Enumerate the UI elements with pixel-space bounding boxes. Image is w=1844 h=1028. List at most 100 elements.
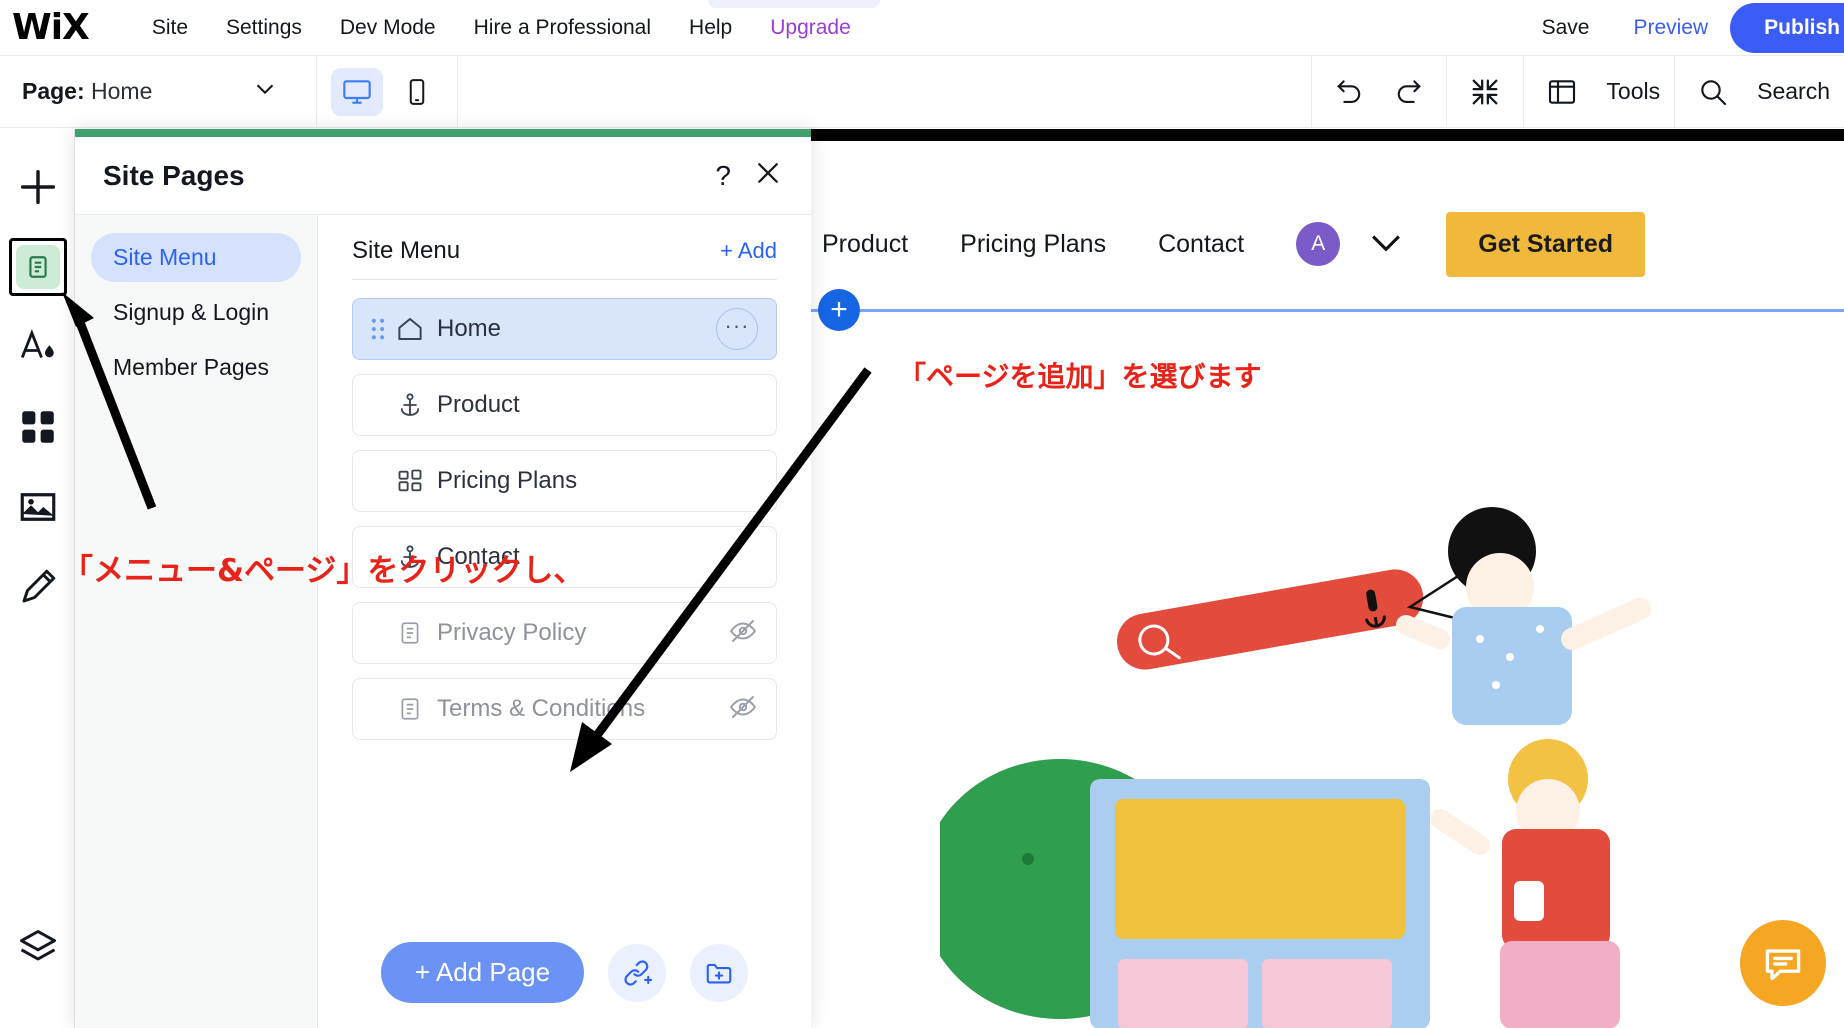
hero-illustration [940, 489, 1660, 1028]
document-icon [393, 620, 427, 646]
table-row[interactable]: Pricing Plans [352, 450, 777, 512]
page-selector-label: Page: Home [22, 78, 152, 105]
rail-layers[interactable] [0, 908, 75, 988]
drag-handle-icon[interactable] [371, 318, 385, 340]
top-menu-bar: WiX Site Settings Dev Mode Hire a Profes… [0, 0, 1844, 56]
panel-nav-signup-login[interactable]: Signup & Login [91, 288, 301, 337]
toolbar-right-actions: Tools Search [1311, 56, 1844, 128]
table-row[interactable]: Product [352, 374, 777, 436]
menu-item-upgrade[interactable]: Upgrade [751, 10, 870, 46]
home-icon [393, 314, 427, 344]
page-name: Pricing Plans [437, 467, 577, 495]
add-page-button[interactable]: + Add Page [381, 942, 584, 1003]
rail-add-elements[interactable] [0, 147, 75, 227]
site-header-nav: Product Pricing Plans Contact A Get Star… [810, 199, 1844, 289]
site-nav-product[interactable]: Product [822, 230, 908, 259]
hidden-eye-icon[interactable] [728, 616, 758, 651]
chat-bubble-icon[interactable] [1740, 920, 1826, 1006]
panel-footer: + Add Page [318, 916, 811, 1028]
media-icon [17, 486, 59, 528]
hidden-eye-icon[interactable] [728, 692, 758, 727]
pages-icon [16, 245, 60, 289]
pen-icon [17, 566, 59, 608]
editor-toolbar: Page: Home [0, 56, 1844, 128]
get-started-button[interactable]: Get Started [1446, 212, 1645, 277]
rail-selection-outline [9, 238, 67, 296]
top-menu-items: Site Settings Dev Mode Hire a Profession… [133, 10, 870, 46]
page-current-name: Home [91, 78, 152, 104]
panel-list-title: Site Menu [352, 237, 460, 265]
theme-icon [17, 326, 59, 368]
tools-label: Tools [1606, 78, 1660, 105]
rail-bottom-group [0, 908, 75, 988]
viewport-switcher [317, 68, 457, 116]
panel-nav-site-menu[interactable]: Site Menu [91, 233, 301, 282]
chevron-down-icon[interactable] [1364, 220, 1408, 269]
layers-icon [16, 926, 60, 970]
rail-menus-and-pages[interactable] [0, 227, 75, 307]
panel-accent-bar [75, 129, 811, 137]
rail-my-media[interactable] [0, 467, 75, 547]
chevron-down-icon [250, 74, 280, 109]
pages-list: Home ··· Pr [318, 280, 811, 916]
question-mark-icon[interactable]: ? [715, 162, 731, 190]
search-group[interactable]: Search [1675, 56, 1844, 128]
row-actions [728, 616, 758, 651]
avatar[interactable]: A [1296, 222, 1340, 266]
row-actions: ··· [716, 308, 758, 350]
page-options-button[interactable]: ··· [716, 308, 758, 350]
page-name: Privacy Policy [437, 619, 586, 647]
menu-item-settings[interactable]: Settings [207, 10, 321, 46]
anchor-icon [393, 391, 427, 419]
table-row[interactable]: Terms & Conditions [352, 678, 777, 740]
search-icon [1689, 68, 1737, 116]
annotation-text-2: 「ページを追加」を選びます [898, 355, 1261, 395]
site-canvas: Product Pricing Plans Contact A Get Star… [810, 129, 1844, 1028]
table-row[interactable]: Privacy Policy [352, 602, 777, 664]
page-name: Home [437, 315, 501, 343]
zoom-out-icon[interactable] [1461, 68, 1509, 116]
save-button[interactable]: Save [1520, 16, 1612, 40]
undo-icon[interactable] [1326, 68, 1374, 116]
toolbar-divider-2 [457, 56, 458, 128]
menu-item-dev-mode[interactable]: Dev Mode [321, 10, 455, 46]
panel-title: Site Pages [103, 160, 245, 192]
add-menu-item-button[interactable]: + Add [720, 238, 777, 264]
rail-site-design[interactable] [0, 307, 75, 387]
plus-icon [15, 164, 61, 210]
close-icon[interactable] [753, 158, 783, 193]
top-bar-actions: Save Preview Publish [1520, 0, 1844, 56]
wix-logo[interactable]: WiX [12, 10, 89, 46]
browser-tab-remnant [708, 0, 880, 8]
menu-item-hire-a-professional[interactable]: Hire a Professional [455, 10, 670, 46]
menu-item-help[interactable]: Help [670, 10, 751, 46]
mobile-view-button[interactable] [391, 68, 443, 116]
publish-button[interactable]: Publish [1730, 3, 1844, 53]
zoom-out-group [1447, 56, 1523, 128]
document-icon [393, 696, 427, 722]
history-buttons [1312, 56, 1446, 128]
table-row[interactable]: Home ··· [352, 298, 777, 360]
add-section-button[interactable]: + [818, 289, 860, 331]
site-nav-contact[interactable]: Contact [1158, 230, 1244, 259]
site-nav-pricing-plans[interactable]: Pricing Plans [960, 230, 1106, 259]
panel-main-content: Site Menu + Add [318, 215, 811, 1028]
panel-body: Site Menu Signup & Login Member Pages Si… [75, 215, 811, 1028]
apps-icon [17, 406, 59, 448]
grid-icon [393, 467, 427, 495]
search-label: Search [1757, 78, 1830, 105]
desktop-view-button[interactable] [331, 68, 383, 116]
folder-add-icon[interactable] [690, 944, 748, 1002]
panel-nav-member-pages[interactable]: Member Pages [91, 343, 301, 392]
preview-button[interactable]: Preview [1611, 16, 1730, 40]
link-add-icon[interactable] [608, 944, 666, 1002]
panel-header-actions: ? [715, 158, 783, 193]
layout-panel-icon [1538, 68, 1586, 116]
annotation-text-1: 「メニュー&ページ」をクリックし、 [62, 545, 584, 590]
section-boundary-line [810, 309, 1844, 312]
page-selector[interactable]: Page: Home [0, 56, 316, 128]
rail-app-market[interactable] [0, 387, 75, 467]
menu-item-site[interactable]: Site [133, 10, 207, 46]
tools-group[interactable]: Tools [1524, 56, 1674, 128]
redo-icon[interactable] [1384, 68, 1432, 116]
